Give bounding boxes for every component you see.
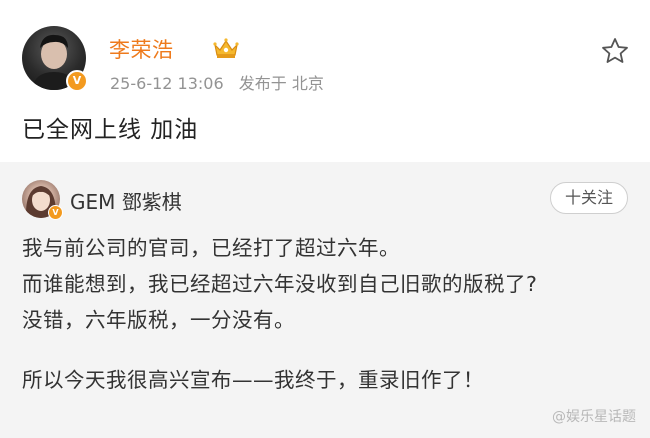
watermark: @娱乐星话题 [552, 409, 636, 425]
star-icon[interactable] [600, 36, 630, 66]
repost-card[interactable]: V GEM 鄧紫棋 十关注 我与前公司的官司，已经打了超过六年。 而谁能想到，我… [0, 162, 650, 438]
weibo-post-page: V 李荣浩 25-6-12 13:06 发布于 北京 已全网上线 加油 V GE… [0, 0, 650, 438]
verified-badge-icon: V [66, 70, 88, 92]
post-date: 25-6-12 13:06 [110, 74, 224, 93]
repost-author-avatar[interactable]: V [22, 180, 63, 220]
author-name[interactable]: 李荣浩 [109, 34, 174, 64]
post-source: 发布于 北京 [238, 74, 324, 93]
follow-button[interactable]: 十关注 [550, 182, 628, 214]
author-avatar[interactable]: V [22, 26, 88, 92]
verified-badge-icon: V [48, 205, 63, 220]
repost-line: 我与前公司的官司，已经打了超过六年。 [22, 236, 400, 260]
repost-line: 而谁能想到，我已经超过六年没收到自己旧歌的版税了? [22, 272, 538, 296]
post-meta: 25-6-12 13:06 发布于 北京 [110, 70, 334, 94]
post-text: 已全网上线 加油 [22, 117, 199, 143]
post-header: V 李荣浩 25-6-12 13:06 发布于 北京 [22, 26, 632, 96]
repost-line: 没错，六年版税，一分没有。 [22, 308, 295, 332]
repost-line: 所以今天我很高兴宣布——我终于，重录旧作了！ [22, 368, 484, 392]
repost-text: 我与前公司的官司，已经打了超过六年。 而谁能想到，我已经超过六年没收到自己旧歌的… [22, 230, 632, 398]
repost-author-name[interactable]: GEM 鄧紫棋 [70, 186, 182, 215]
crown-icon [213, 38, 239, 58]
